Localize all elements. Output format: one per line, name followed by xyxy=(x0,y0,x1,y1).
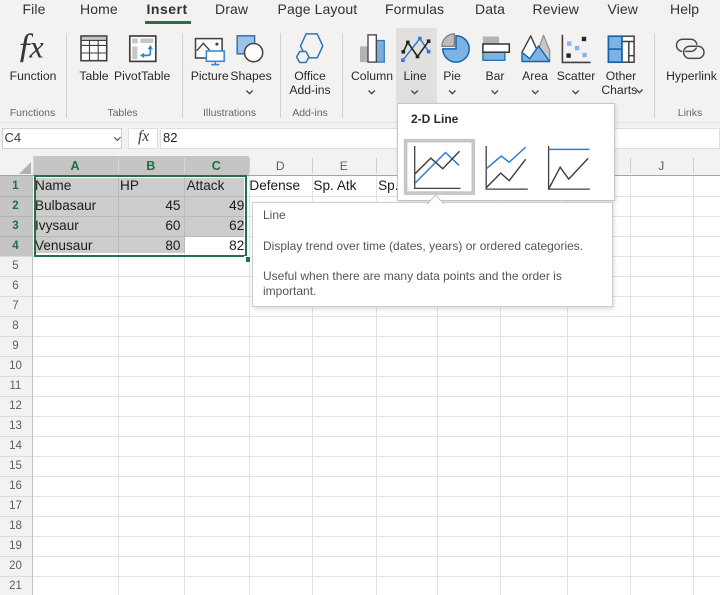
svg-text:x: x xyxy=(29,29,44,65)
